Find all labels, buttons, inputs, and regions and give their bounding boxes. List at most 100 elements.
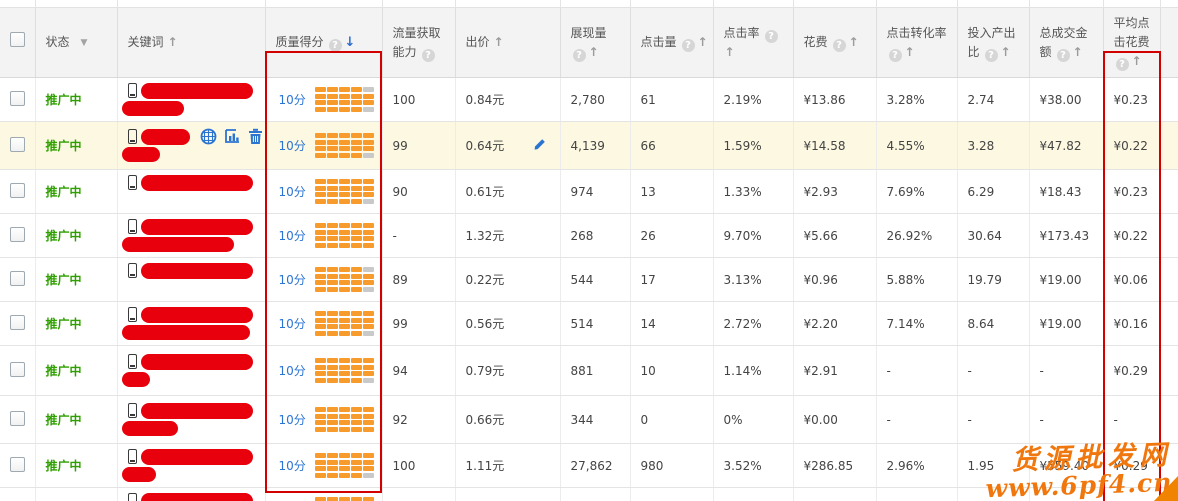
sort-up-icon[interactable]: ↑ <box>1073 45 1083 59</box>
sort-up-icon[interactable]: ↑ <box>849 35 859 49</box>
cell-bid[interactable]: 1.40元 <box>455 488 560 501</box>
col-header-ctr[interactable]: 点击率?↑ <box>713 8 793 78</box>
help-icon[interactable]: ? <box>765 30 778 43</box>
sort-up-icon[interactable]: ↑ <box>589 45 599 59</box>
sort-up-icon[interactable]: ↑ <box>494 35 504 49</box>
cell-bid[interactable]: 1.11元 <box>455 444 560 488</box>
crosshair-icon[interactable] <box>200 128 217 145</box>
cell-status[interactable]: 推广中 <box>35 214 117 258</box>
cell-keyword[interactable] <box>117 258 265 302</box>
cell-roi: 9.95 <box>957 488 1029 501</box>
col-header-status[interactable]: 状态▼ <box>35 8 117 78</box>
cell-bid[interactable]: 0.66元 <box>455 396 560 444</box>
cell-clicks: 10 <box>630 346 713 396</box>
cell-bid[interactable]: 0.79元 <box>455 346 560 396</box>
cell-status[interactable]: 推广中 <box>35 488 117 501</box>
help-icon[interactable]: ? <box>1116 58 1129 71</box>
col-header-keyword[interactable]: 关键词↑ <box>117 8 265 78</box>
row-checkbox[interactable] <box>10 183 25 198</box>
quality-score-value[interactable]: 10分 <box>279 411 306 428</box>
row-checkbox[interactable] <box>10 315 25 330</box>
status-text: 推广中 <box>46 93 82 107</box>
quality-score-value[interactable]: 10分 <box>279 457 306 474</box>
col-header-checkbox[interactable] <box>0 8 35 78</box>
sort-up-icon[interactable]: ↑ <box>168 35 178 49</box>
col-header-avg_cpc[interactable]: 平均点击花费?↑ <box>1103 8 1160 78</box>
help-icon[interactable]: ? <box>573 49 586 62</box>
quality-score-value[interactable]: 10分 <box>279 137 306 154</box>
row-filler-cell <box>1160 444 1178 488</box>
sort-up-icon[interactable]: ↑ <box>725 45 735 59</box>
quality-score-value[interactable]: 10分 <box>279 271 306 288</box>
help-icon[interactable]: ? <box>1057 49 1070 62</box>
cell-gmv: ¥18.43 <box>1029 170 1103 214</box>
cell-status[interactable]: 推广中 <box>35 78 117 122</box>
col-header-traffic[interactable]: 流量获取能力? <box>382 8 455 78</box>
cell-status[interactable]: 推广中 <box>35 346 117 396</box>
row-checkbox[interactable] <box>10 137 25 152</box>
cell-conversion-rate: 7.14% <box>876 302 957 346</box>
quality-score-value[interactable]: 10分 <box>279 315 306 332</box>
row-checkbox[interactable] <box>10 457 25 472</box>
help-icon[interactable]: ? <box>985 49 998 62</box>
help-icon[interactable]: ? <box>682 39 695 52</box>
cell-traffic-ability: 99 <box>382 302 455 346</box>
row-checkbox[interactable] <box>10 411 25 426</box>
cell-keyword[interactable] <box>117 302 265 346</box>
cell-keyword[interactable] <box>117 214 265 258</box>
cell-status[interactable]: 推广中 <box>35 122 117 170</box>
cell-status[interactable]: 推广中 <box>35 444 117 488</box>
col-header-impressions[interactable]: 展现量?↑ <box>560 8 630 78</box>
col-header-cost[interactable]: 花费?↑ <box>793 8 876 78</box>
cell-bid[interactable]: 0.22元 <box>455 258 560 302</box>
sort-down-icon[interactable]: ↓ <box>345 35 356 50</box>
help-icon[interactable]: ? <box>889 49 902 62</box>
cell-bid[interactable]: 1.32元 <box>455 214 560 258</box>
quality-score-value[interactable]: 10分 <box>279 91 306 108</box>
col-header-bid[interactable]: 出价↑ <box>455 8 560 78</box>
cell-status[interactable]: 推广中 <box>35 258 117 302</box>
cell-bid[interactable]: 0.56元 <box>455 302 560 346</box>
col-header-clicks[interactable]: 点击量?↑ <box>630 8 713 78</box>
quality-score-bars <box>315 453 374 478</box>
help-icon[interactable]: ? <box>833 39 846 52</box>
cell-keyword[interactable] <box>117 488 265 501</box>
cell-status[interactable]: 推广中 <box>35 396 117 444</box>
edit-bid-icon[interactable] <box>532 136 548 155</box>
cell-status[interactable]: 推广中 <box>35 302 117 346</box>
cell-keyword[interactable] <box>117 122 265 170</box>
sort-up-icon[interactable]: ↑ <box>698 35 708 49</box>
filter-dropdown-icon[interactable]: ▼ <box>81 38 88 48</box>
cell-keyword[interactable] <box>117 444 265 488</box>
row-checkbox[interactable] <box>10 271 25 286</box>
col-header-cvr[interactable]: 点击转化率?↑ <box>876 8 957 78</box>
report-icon[interactable] <box>224 128 241 145</box>
help-icon[interactable]: ? <box>329 39 342 52</box>
cell-keyword[interactable] <box>117 346 265 396</box>
row-checkbox[interactable] <box>10 91 25 106</box>
help-icon[interactable]: ? <box>422 49 435 62</box>
cell-bid[interactable]: 0.61元 <box>455 170 560 214</box>
row-checkbox[interactable] <box>10 362 25 377</box>
cell-impressions: 514 <box>560 302 630 346</box>
cell-keyword[interactable] <box>117 396 265 444</box>
cell-keyword[interactable] <box>117 170 265 214</box>
sort-up-icon[interactable]: ↑ <box>1132 54 1142 68</box>
quality-score-value[interactable]: 10分 <box>279 183 306 200</box>
cell-bid[interactable]: 0.84元 <box>455 78 560 122</box>
sort-up-icon[interactable]: ↑ <box>905 45 915 59</box>
col-header-gmv[interactable]: 总成交金额?↑ <box>1029 8 1103 78</box>
cell-bid[interactable]: 0.64元 <box>455 122 560 170</box>
quality-score-value[interactable]: 10分 <box>279 227 306 244</box>
col-header-roi[interactable]: 投入产出比?↑ <box>957 8 1029 78</box>
quality-score-value[interactable]: 10分 <box>279 362 306 379</box>
cell-status[interactable]: 推广中 <box>35 170 117 214</box>
mobile-device-icon <box>128 354 137 369</box>
row-checkbox[interactable] <box>10 227 25 242</box>
trash-icon[interactable] <box>248 128 263 145</box>
select-all-checkbox[interactable] <box>10 32 25 47</box>
col-header-quality[interactable]: 质量得分?↓ <box>265 8 382 78</box>
mobile-device-icon <box>128 219 137 234</box>
sort-up-icon[interactable]: ↑ <box>1001 45 1011 59</box>
cell-keyword[interactable] <box>117 78 265 122</box>
